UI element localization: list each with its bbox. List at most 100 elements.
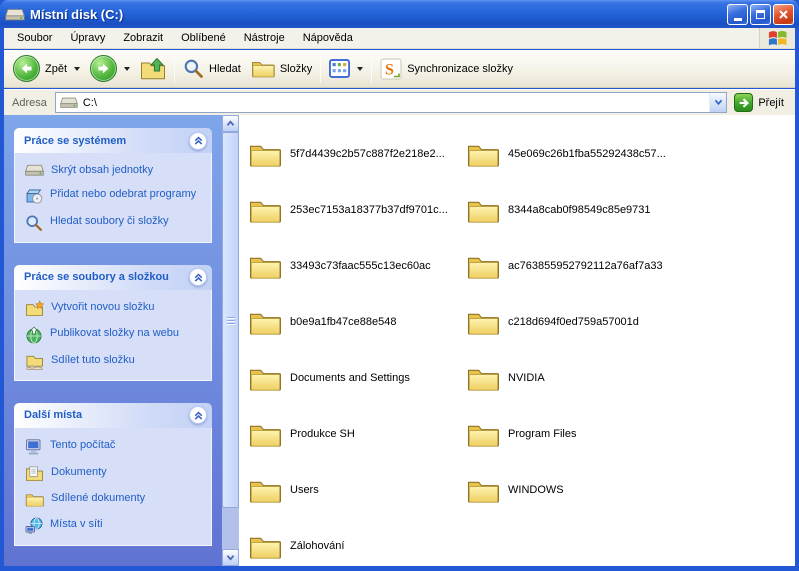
search-button[interactable]: Hledat [178, 56, 246, 81]
task-label: Publikovat složky na webu [50, 326, 179, 341]
chevron-double-up-icon [192, 409, 205, 422]
folder-item[interactable]: Documents and Settings [248, 350, 464, 406]
folder-name: ac763855952792112a76af7a33 [508, 260, 663, 272]
place-documents[interactable]: Dokumenty [25, 465, 207, 482]
task-pane: Práce se systémem Skrýt obsah jednotky P… [4, 115, 222, 566]
folder-item[interactable]: Produkce SH [248, 406, 464, 462]
folder-icon [248, 364, 282, 393]
folder-icon [466, 196, 500, 225]
folder-item[interactable]: WINDOWS [466, 462, 766, 518]
task-label: Místa v síti [50, 517, 103, 532]
folder-item[interactable]: Program Files [466, 406, 766, 462]
task-share-folder[interactable]: Sdílet tuto složku [25, 353, 207, 370]
folders-label: Složky [280, 63, 312, 75]
folder-item[interactable]: Zálohování [248, 518, 464, 571]
publish-web-icon [25, 326, 43, 344]
menu-bar: Soubor Úpravy Zobrazit Oblíbené Nástroje… [4, 28, 795, 49]
maximize-button[interactable] [750, 4, 771, 25]
go-label: Přejít [758, 97, 784, 109]
address-dropdown-button[interactable] [709, 93, 726, 112]
back-button[interactable]: Zpět [8, 53, 85, 84]
menu-item-oblibene[interactable]: Oblíbené [172, 29, 235, 47]
folder-icon [466, 476, 500, 505]
scroll-down-button[interactable] [222, 549, 239, 566]
back-label: Zpět [45, 63, 67, 75]
main-area: Práce se systémem Skrýt obsah jednotky P… [4, 115, 795, 566]
folder-item[interactable]: 33493c73faac555c13ec60ac [248, 238, 464, 294]
close-button[interactable] [773, 4, 794, 25]
panel-header-other-places[interactable]: Další místa [14, 403, 212, 428]
window-title: Místní disk (C:) [30, 7, 123, 22]
folder-item[interactable]: 45e069c26b1fba55292438c57... [466, 126, 766, 182]
chevron-double-up-icon [192, 271, 205, 284]
task-add-remove-programs[interactable]: Přidat nebo odebrat programy [25, 187, 207, 205]
folder-item[interactable]: 8344a8cab0f98549c85e9731 [466, 182, 766, 238]
folder-item[interactable]: ac763855952792112a76af7a33 [466, 238, 766, 294]
task-search-files[interactable]: Hledat soubory či složky [25, 214, 207, 232]
explorer-window: Místní disk (C:) Soubor Úpravy Zobrazit … [0, 0, 799, 571]
menu-item-napoveda[interactable]: Nápověda [294, 29, 362, 47]
views-button[interactable] [324, 57, 368, 80]
close-icon [778, 9, 789, 20]
menu-item-upravy[interactable]: Úpravy [61, 29, 114, 47]
back-dropdown-icon[interactable] [74, 67, 80, 71]
panel-header-system-tasks[interactable]: Práce se systémem [14, 128, 212, 153]
place-network[interactable]: Místa v síti [25, 517, 207, 535]
place-shared-documents[interactable]: Sdílené dokumenty [25, 491, 207, 508]
address-combobox[interactable]: C:\ [55, 92, 727, 113]
panel-title: Další místa [24, 409, 82, 421]
views-icon [329, 59, 350, 78]
folders-button[interactable]: Složky [246, 56, 317, 81]
folder-icon [248, 252, 282, 281]
forward-button[interactable] [85, 53, 135, 84]
add-remove-programs-icon [25, 187, 43, 205]
address-label: Adresa [12, 97, 47, 109]
folder-item[interactable]: c218d694f0ed759a57001d [466, 294, 766, 350]
scroll-up-button[interactable] [222, 115, 239, 132]
up-button[interactable] [135, 55, 171, 83]
folder-icon [466, 140, 500, 169]
folder-icon [248, 420, 282, 449]
panel-system-tasks: Práce se systémem Skrýt obsah jednotky P… [14, 128, 212, 243]
task-label: Přidat nebo odebrat programy [50, 187, 196, 202]
window-controls [727, 4, 794, 25]
collapse-button[interactable] [189, 132, 207, 150]
scrollbar-thumb[interactable] [222, 132, 239, 508]
menu-item-nastroje[interactable]: Nástroje [235, 29, 294, 47]
address-bar: Adresa C:\ Přejít [4, 89, 795, 115]
panel-file-folder-tasks: Práce se soubory a složkou Vytvořit novo… [14, 265, 212, 381]
minimize-button[interactable] [727, 4, 748, 25]
windows-logo [759, 28, 795, 48]
thumb-grip [227, 317, 235, 318]
task-publish-to-web[interactable]: Publikovat složky na webu [25, 326, 207, 344]
sidebar-scrollbar[interactable] [222, 115, 239, 566]
folder-item[interactable]: Users [248, 462, 464, 518]
drive-icon [60, 96, 78, 109]
chevron-double-up-icon [192, 134, 205, 147]
place-my-computer[interactable]: Tento počítač [25, 438, 207, 456]
menu-item-soubor[interactable]: Soubor [8, 29, 61, 47]
views-dropdown-icon[interactable] [357, 67, 363, 71]
task-new-folder[interactable]: Vytvořit novou složku [25, 300, 207, 317]
menu-item-zobrazit[interactable]: Zobrazit [114, 29, 172, 47]
thumb-grip [227, 320, 235, 321]
search-label: Hledat [209, 63, 241, 75]
task-hide-drive-contents[interactable]: Skrýt obsah jednotky [25, 163, 207, 178]
collapse-button[interactable] [189, 268, 207, 286]
sync-button[interactable]: Synchronizace složky [375, 56, 518, 82]
panel-header-file-folder-tasks[interactable]: Práce se soubory a složkou [14, 265, 212, 290]
task-label: Sdílené dokumenty [51, 491, 145, 506]
chevron-down-icon [226, 554, 235, 561]
folder-item[interactable]: 5f7d4439c2b57c887f2e218e2... [248, 126, 464, 182]
panel-title: Práce se soubory a složkou [24, 271, 169, 283]
folder-icon [248, 196, 282, 225]
folder-item[interactable]: NVIDIA [466, 350, 766, 406]
collapse-button[interactable] [189, 406, 207, 424]
folder-name: 8344a8cab0f98549c85e9731 [508, 204, 651, 216]
task-label: Tento počítač [50, 438, 115, 453]
folder-name: 253ec7153a18377b37df9701c... [290, 204, 448, 216]
folder-item[interactable]: b0e9a1fb47ce88e548 [248, 294, 464, 350]
go-button[interactable]: Přejít [727, 93, 791, 112]
folder-item[interactable]: 253ec7153a18377b37df9701c... [248, 182, 464, 238]
forward-dropdown-icon[interactable] [124, 67, 130, 71]
